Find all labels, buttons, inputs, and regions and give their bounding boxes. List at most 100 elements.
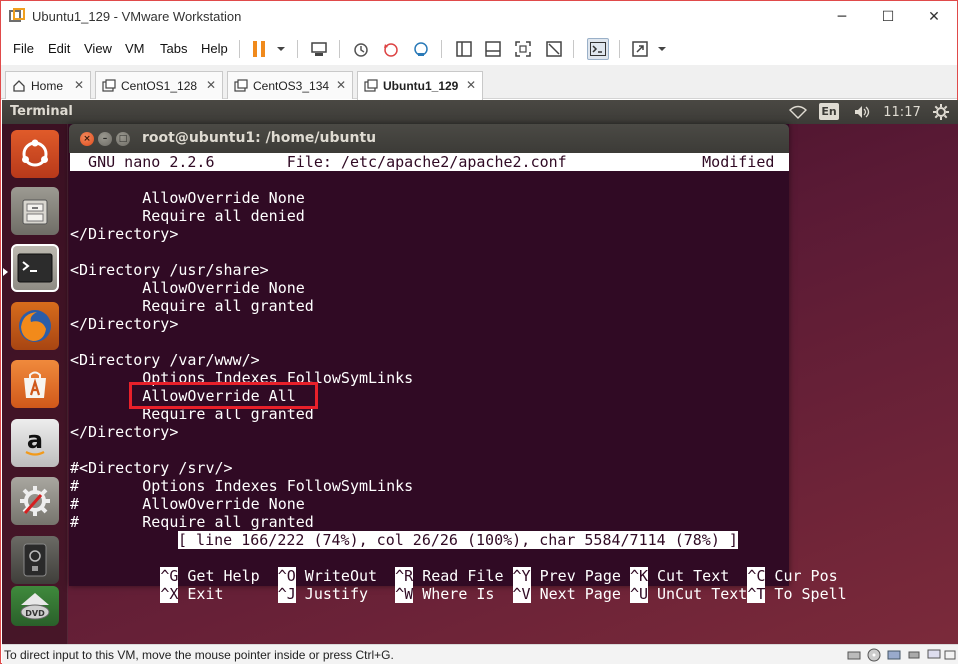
toolbar-separator bbox=[339, 40, 340, 58]
full-screen-icon[interactable] bbox=[513, 39, 533, 59]
stretch-dropdown-icon[interactable] bbox=[652, 39, 672, 59]
tab-label: CentOS1_128 bbox=[121, 78, 198, 93]
vmware-app-icon bbox=[9, 8, 25, 24]
gear-icon[interactable] bbox=[930, 100, 952, 124]
tab-centos3[interactable]: CentOS3_134 ✕ bbox=[227, 71, 353, 99]
shortcut-key: ^T bbox=[747, 585, 766, 603]
shortcut-label: UnCut Text bbox=[648, 585, 748, 603]
home-icon bbox=[12, 79, 26, 93]
code-line: # AllowOverride None bbox=[70, 495, 305, 513]
messages-icon[interactable] bbox=[943, 648, 957, 662]
software-center-icon[interactable] bbox=[11, 360, 59, 408]
maximize-button[interactable]: ☐ bbox=[865, 1, 911, 32]
unity-mode-icon[interactable] bbox=[544, 39, 564, 59]
shortcut-label: Exit bbox=[178, 585, 278, 603]
ubuntu-top-panel: Terminal En 11:17 bbox=[2, 100, 958, 124]
hard-disk-icon[interactable] bbox=[847, 648, 861, 662]
terminal-icon[interactable] bbox=[11, 244, 59, 292]
network-icon[interactable] bbox=[786, 100, 810, 124]
usb-device-icon[interactable] bbox=[907, 648, 921, 662]
code-line: </Directory> bbox=[70, 225, 179, 243]
keyboard-language-indicator[interactable]: En bbox=[819, 103, 839, 120]
display-icon[interactable] bbox=[927, 648, 941, 662]
minimize-button[interactable]: ─ bbox=[819, 1, 865, 32]
shortcut-key: ^J bbox=[277, 585, 296, 603]
revert-snapshot-icon[interactable] bbox=[381, 39, 401, 59]
firefox-icon[interactable] bbox=[11, 302, 59, 350]
guest-screen[interactable]: Terminal En 11:17 a DVD × – □ root@ubunt… bbox=[2, 100, 958, 644]
console-view-icon[interactable] bbox=[587, 38, 609, 60]
vm-icon bbox=[364, 79, 378, 93]
close-tab-icon[interactable]: ✕ bbox=[74, 78, 84, 92]
close-tab-icon[interactable]: ✕ bbox=[466, 78, 476, 92]
close-tab-icon[interactable]: ✕ bbox=[206, 78, 216, 92]
files-icon[interactable] bbox=[11, 187, 59, 235]
terminal-minimize-button[interactable]: – bbox=[98, 132, 112, 146]
send-ctrl-alt-del-icon[interactable] bbox=[309, 39, 329, 59]
close-tab-icon[interactable]: ✕ bbox=[336, 78, 346, 92]
nano-status-line: [ line 166/222 (74%), col 26/26 (100%), … bbox=[178, 531, 738, 549]
code-line: AllowOverride None bbox=[70, 189, 305, 207]
ubuntu-launcher: a DVD bbox=[2, 124, 68, 644]
code-line: Require all granted bbox=[70, 405, 314, 423]
vm-tab-bar: Home ✕ CentOS1_128 ✕ CentOS3_134 ✕ Ubunt… bbox=[1, 65, 957, 100]
terminal-maximize-button[interactable]: □ bbox=[116, 132, 130, 146]
tab-home[interactable]: Home ✕ bbox=[5, 71, 91, 99]
status-bar: To direct input to this VM, move the mou… bbox=[2, 644, 958, 664]
terminal-window[interactable]: × – □ root@ubuntu1: /home/ubuntu GNU nan… bbox=[69, 124, 847, 603]
tab-ubuntu1[interactable]: Ubuntu1_129 ✕ bbox=[357, 71, 483, 100]
shortcut-row: ^X Exit ^J Justify ^W Where Is ^V Next P… bbox=[70, 567, 847, 603]
clock[interactable]: 11:17 bbox=[882, 100, 922, 124]
nano-editor[interactable]: GNU nano 2.2.6 File: /etc/apache2/apache… bbox=[70, 153, 847, 603]
thumbnail-bar-icon[interactable] bbox=[483, 39, 503, 59]
shortcut-label: Where Is bbox=[413, 585, 513, 603]
menu-edit[interactable]: Edit bbox=[48, 41, 70, 56]
pause-icon[interactable] bbox=[249, 39, 269, 59]
code-line: <Directory /var/www/> bbox=[70, 351, 260, 369]
tab-label: Home bbox=[31, 78, 64, 93]
terminal-close-button[interactable]: × bbox=[80, 132, 94, 146]
code-line: Options Indexes FollowSymLinks bbox=[70, 369, 414, 387]
code-line: # Require all granted bbox=[70, 513, 314, 531]
svg-text:a: a bbox=[27, 426, 43, 454]
toolbar-separator bbox=[239, 40, 240, 58]
menu-vm[interactable]: VM bbox=[125, 41, 145, 56]
snapshot-icon[interactable] bbox=[351, 39, 371, 59]
code-line: </Directory> bbox=[70, 423, 179, 441]
snapshot-manager-icon[interactable] bbox=[411, 39, 431, 59]
menu-view[interactable]: View bbox=[84, 41, 112, 56]
menu-tabs[interactable]: Tabs bbox=[160, 41, 187, 56]
shortcut-row: ^G Get Help ^O WriteOut ^R Read File ^Y … bbox=[70, 549, 838, 585]
code-line: AllowOverride None bbox=[70, 279, 305, 297]
cd-drive-icon[interactable] bbox=[867, 648, 881, 662]
system-settings-icon[interactable] bbox=[11, 477, 59, 525]
network-adapter-icon[interactable] bbox=[887, 648, 901, 662]
code-line: # Options Indexes FollowSymLinks bbox=[70, 477, 414, 495]
shortcut-key: ^U bbox=[629, 585, 648, 603]
amazon-icon[interactable]: a bbox=[11, 419, 59, 467]
show-library-icon[interactable] bbox=[454, 39, 474, 59]
terminal-title-bar[interactable]: × – □ root@ubuntu1: /home/ubuntu bbox=[69, 124, 789, 153]
ubuntu-dash-icon[interactable] bbox=[11, 130, 59, 178]
shortcut-key: ^V bbox=[512, 585, 531, 603]
usb-drive-icon[interactable] bbox=[11, 536, 59, 584]
stretch-guest-icon[interactable] bbox=[630, 39, 650, 59]
code-line: #<Directory /srv/> bbox=[70, 459, 233, 477]
power-dropdown-icon[interactable] bbox=[271, 39, 291, 59]
menu-file[interactable]: File bbox=[13, 41, 34, 56]
volume-icon[interactable] bbox=[850, 100, 874, 124]
toolbar-separator bbox=[573, 40, 574, 58]
code-line: <Directory /usr/share> bbox=[70, 261, 269, 279]
tab-centos1[interactable]: CentOS1_128 ✕ bbox=[95, 71, 223, 99]
shortcut-key: ^X bbox=[160, 585, 179, 603]
svg-text:DVD: DVD bbox=[25, 609, 45, 618]
shortcut-label: Next Page bbox=[530, 585, 630, 603]
active-app-indicator bbox=[3, 265, 8, 276]
shortcut-label: Justify bbox=[295, 585, 396, 603]
close-button[interactable]: ✕ bbox=[911, 1, 957, 32]
nano-header: GNU nano 2.2.6 File: /etc/apache2/apache… bbox=[70, 153, 793, 171]
panel-app-title: Terminal bbox=[10, 104, 73, 119]
menu-help[interactable]: Help bbox=[201, 41, 228, 56]
dvd-icon[interactable]: DVD bbox=[11, 586, 59, 626]
status-message: To direct input to this VM, move the mou… bbox=[4, 648, 394, 662]
